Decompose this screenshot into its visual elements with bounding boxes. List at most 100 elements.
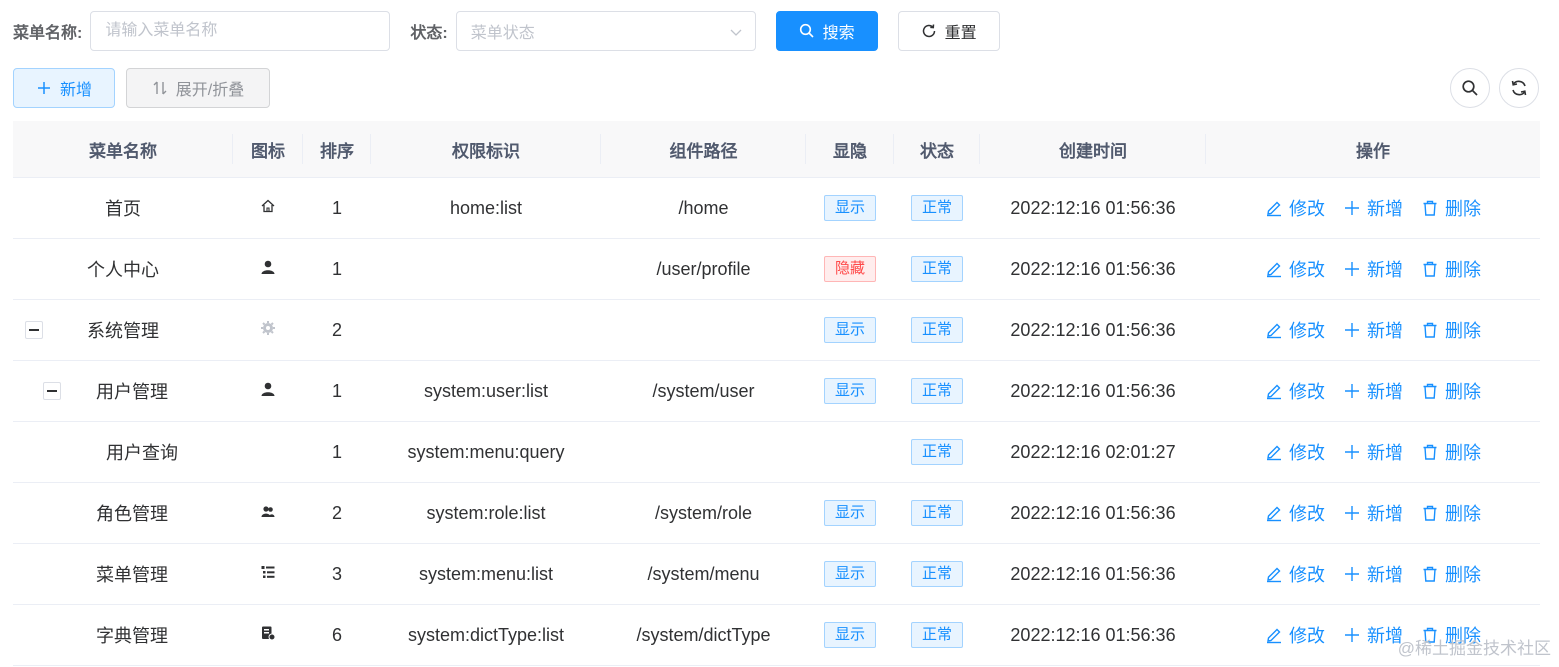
add-label: 新增 <box>1367 565 1403 585</box>
header-name: 菜单名称 <box>13 121 233 177</box>
delete-button[interactable]: 删除 <box>1421 439 1481 465</box>
edit-label: 修改 <box>1289 382 1325 402</box>
cell-path <box>601 422 806 482</box>
cell-sort: 3 <box>331 563 342 584</box>
add-child-button[interactable]: 新增 <box>1343 195 1403 221</box>
add-child-button[interactable]: 新增 <box>1343 561 1403 587</box>
status-select-placeholder: 菜单状态 <box>470 25 535 42</box>
cell-time: 2022:12:16 02:01:27 <box>1010 441 1176 462</box>
edit-label: 修改 <box>1289 260 1325 280</box>
status-tag: 正常 <box>910 561 963 587</box>
visible-tag: 隐藏 <box>823 256 876 282</box>
toggle-search-button[interactable] <box>1450 68 1490 108</box>
visible-tag: 显示 <box>823 317 876 343</box>
delete-button[interactable]: 删除 <box>1421 500 1481 526</box>
delete-button[interactable]: 删除 <box>1421 317 1481 343</box>
edit-button[interactable]: 修改 <box>1265 195 1325 221</box>
cell-perm: system:menu:list <box>418 563 554 584</box>
edit-button[interactable]: 修改 <box>1265 256 1325 282</box>
plus-icon <box>1345 506 1359 520</box>
edit-button[interactable]: 修改 <box>1265 439 1325 465</box>
edit-button[interactable]: 修改 <box>1265 561 1325 587</box>
gear-icon <box>260 320 276 341</box>
add-child-button[interactable]: 新增 <box>1343 439 1403 465</box>
cell-path: /system/user <box>652 380 755 401</box>
edit-label: 修改 <box>1289 504 1325 524</box>
menu-name-input[interactable] <box>90 11 391 51</box>
add-child-button[interactable]: 新增 <box>1343 622 1403 648</box>
menu-name: 系统管理 <box>87 321 159 341</box>
delete-button[interactable]: 删除 <box>1421 378 1481 404</box>
search-button[interactable]: 搜索 <box>775 11 878 51</box>
refresh-button[interactable] <box>1499 68 1539 108</box>
cell-visible: 显示 <box>806 300 894 360</box>
cell-path: /system/menu <box>647 563 760 584</box>
plus-icon <box>1345 567 1359 581</box>
status-select[interactable]: 菜单状态 <box>455 11 756 51</box>
header-visible: 显隐 <box>806 121 894 177</box>
cell-icon <box>233 239 303 299</box>
edit-button[interactable]: 修改 <box>1265 317 1325 343</box>
cell-path: /home <box>678 197 729 218</box>
cell-status: 正常 <box>894 544 980 604</box>
user-icon <box>260 259 276 280</box>
cell-sort: 6 <box>331 624 342 645</box>
status-label: 状态: <box>410 25 448 42</box>
add-child-button[interactable]: 新增 <box>1343 378 1403 404</box>
plus-icon <box>1345 201 1359 215</box>
delete-button[interactable]: 删除 <box>1421 561 1481 587</box>
cell-sort: 2 <box>331 319 342 340</box>
cell-status: 正常 <box>894 361 980 421</box>
add-button[interactable]: 新增 <box>13 68 115 108</box>
delete-button[interactable]: 删除 <box>1421 256 1481 282</box>
header-ops: 操作 <box>1356 141 1390 161</box>
add-button-label: 新增 <box>59 82 92 99</box>
status-tag: 正常 <box>910 317 963 343</box>
delete-button[interactable]: 删除 <box>1421 195 1481 221</box>
cell-name: 首页 <box>13 178 233 238</box>
delete-label: 删除 <box>1445 321 1481 341</box>
table-body: 首页 1 home:list/home 显示 正常 2022:12:16 01:56:36… <box>13 178 1540 666</box>
trash-icon <box>1423 505 1437 521</box>
cell-time: 2022:12:16 01:56:36 <box>1010 319 1176 340</box>
visible-tag: 显示 <box>823 378 876 404</box>
collapse-toggle-icon[interactable] <box>25 321 43 339</box>
plus-icon <box>1345 323 1359 337</box>
cell-perm: system:user:list <box>423 380 549 401</box>
plus-icon <box>1345 384 1359 398</box>
cell-time: 2022:12:16 01:56:36 <box>1010 563 1176 584</box>
menu-name: 个人中心 <box>87 260 159 280</box>
cell-sort: 1 <box>331 197 342 218</box>
cell-ops: 修改 新增 删除 <box>1206 239 1540 299</box>
cell-status: 正常 <box>894 483 980 543</box>
cell-status: 正常 <box>894 239 980 299</box>
cell-sort: 1 <box>331 380 342 401</box>
edit-button[interactable]: 修改 <box>1265 622 1325 648</box>
header-icon: 图标 <box>233 121 303 177</box>
collapse-toggle-icon[interactable] <box>43 382 61 400</box>
expand-collapse-button[interactable]: 展开/折叠 <box>126 68 270 108</box>
status-tag: 正常 <box>910 195 963 221</box>
search-icon <box>799 23 814 38</box>
edit-icon <box>1267 506 1281 522</box>
edit-button[interactable]: 修改 <box>1265 378 1325 404</box>
menu-name: 字典管理 <box>96 626 168 646</box>
add-child-button[interactable]: 新增 <box>1343 500 1403 526</box>
menu-name: 角色管理 <box>96 504 168 524</box>
edit-button[interactable]: 修改 <box>1265 500 1325 526</box>
edit-icon <box>1267 445 1281 461</box>
table-row: 角色管理 2 system:role:list/system/role 显示 正常 202… <box>13 483 1540 544</box>
cell-time: 2022:12:16 01:56:36 <box>1010 197 1176 218</box>
add-child-button[interactable]: 新增 <box>1343 317 1403 343</box>
cell-path: /system/dictType <box>636 624 771 645</box>
add-label: 新增 <box>1367 321 1403 341</box>
edit-label: 修改 <box>1289 443 1325 463</box>
visible-tag: 显示 <box>823 561 876 587</box>
cell-status: 正常 <box>894 178 980 238</box>
cell-time: 2022:12:16 01:56:36 <box>1010 380 1176 401</box>
cell-perm <box>371 239 601 299</box>
search-button-label: 搜索 <box>822 25 855 42</box>
menu-name: 菜单管理 <box>96 565 168 585</box>
add-child-button[interactable]: 新增 <box>1343 256 1403 282</box>
reset-button[interactable]: 重置 <box>897 11 1000 51</box>
